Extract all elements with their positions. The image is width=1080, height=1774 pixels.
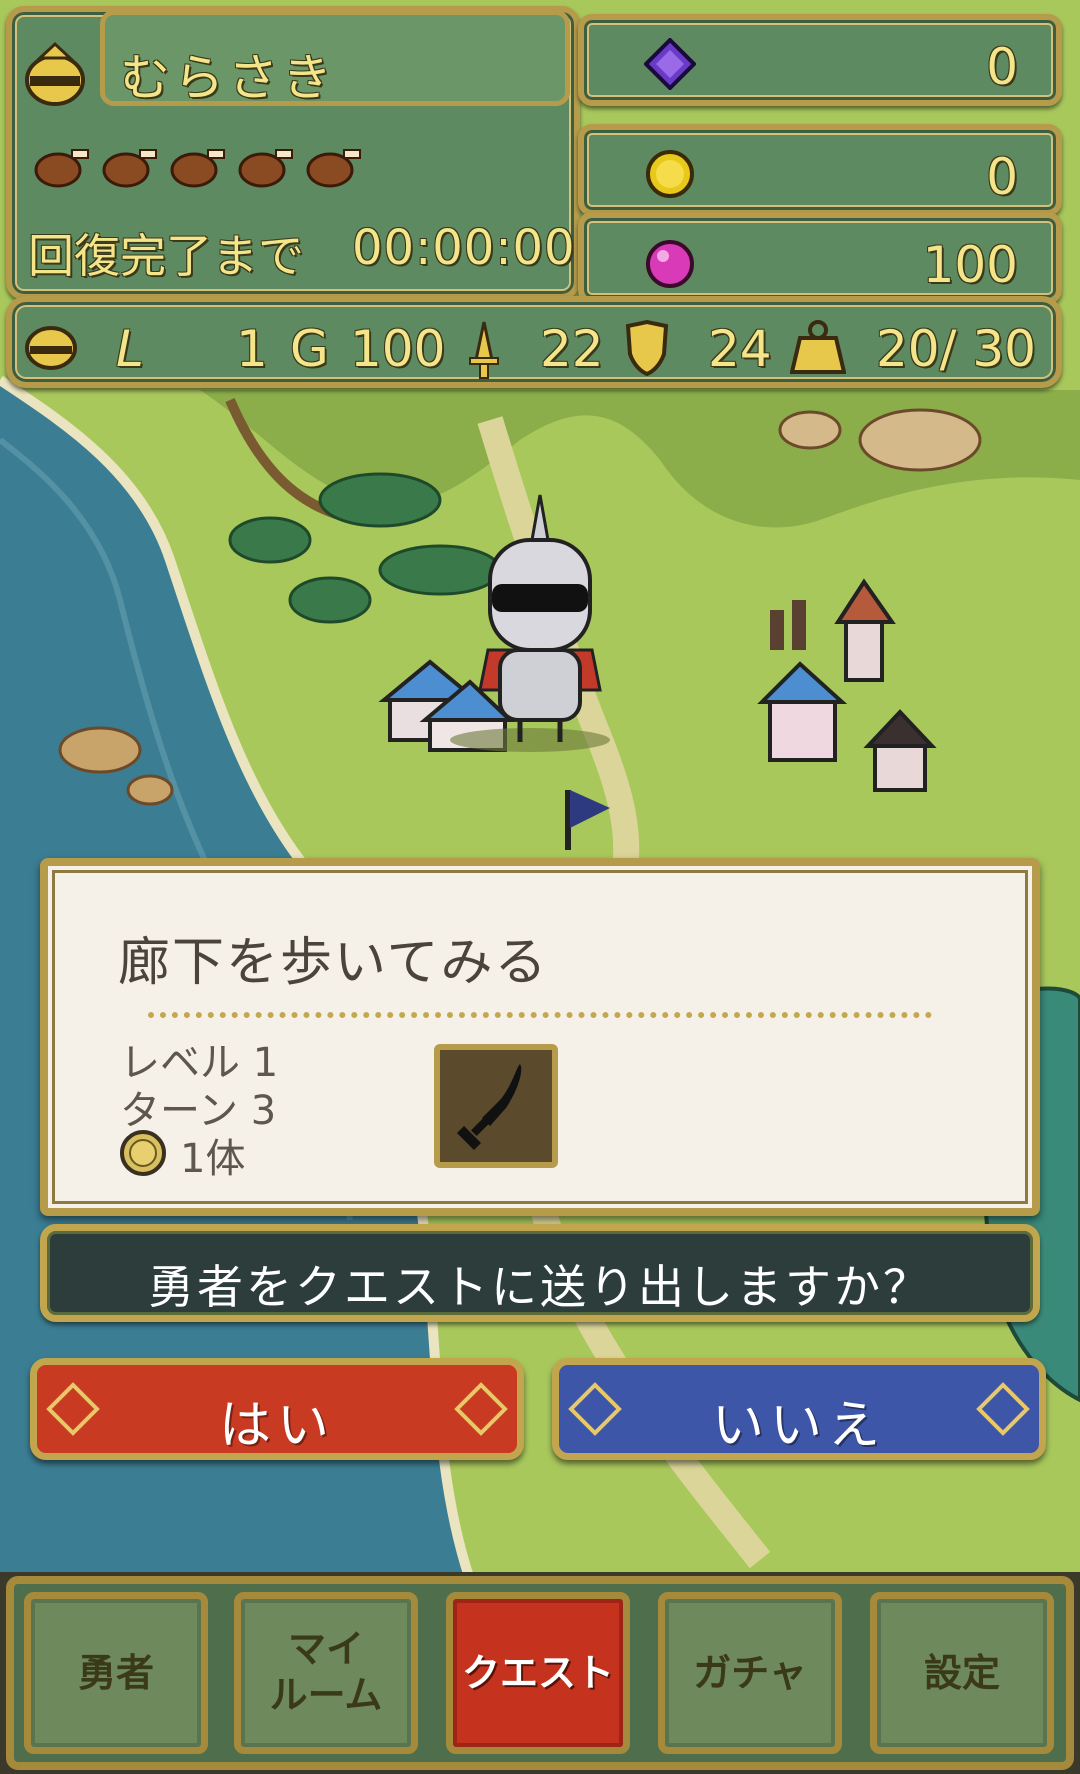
coin-icon <box>646 150 694 198</box>
tab-label-2: ルーム <box>269 1673 383 1717</box>
meat-icon <box>34 149 89 188</box>
defense-value: 24 <box>708 320 772 378</box>
meat-icon <box>306 149 361 188</box>
yes-button[interactable]: はい <box>30 1358 524 1460</box>
orb-icon <box>646 240 694 288</box>
player-name[interactable]: むらさき <box>120 38 336 110</box>
meat-icon <box>238 149 293 188</box>
prompt-text: 勇者をクエストに送り出しますか？ <box>148 1260 932 1314</box>
gold-value: 100 <box>350 320 446 378</box>
no-label: いいえ <box>711 1396 886 1456</box>
no-button[interactable]: いいえ <box>552 1358 1046 1460</box>
helmet-icon <box>20 40 90 114</box>
helmet-small-icon <box>22 316 80 378</box>
reward-slot[interactable] <box>434 1044 558 1168</box>
gem-count: 0 <box>986 38 1018 96</box>
enemy-coin-icon <box>118 1128 168 1182</box>
level-icon: L <box>116 320 144 378</box>
shield-icon <box>624 319 670 380</box>
orb-counter[interactable]: 100 <box>578 212 1062 304</box>
tab-hero[interactable]: 勇者 <box>24 1592 208 1754</box>
tab-quest[interactable]: クエスト <box>446 1592 630 1754</box>
attack-value: 22 <box>540 320 604 378</box>
recovery-label: 回復完了まで <box>28 229 304 283</box>
tab-gacha[interactable]: ガチャ <box>658 1592 842 1754</box>
gem-counter[interactable]: 0 <box>578 14 1062 106</box>
tab-label: ガチャ <box>693 1651 807 1695</box>
gem-icon <box>644 38 696 90</box>
yes-label: はい <box>218 1396 335 1456</box>
divider <box>148 1012 932 1018</box>
coin-count: 0 <box>986 148 1018 206</box>
meat-icon <box>102 149 157 188</box>
stamina-meats <box>28 130 368 204</box>
quest-enemy-count: 1体 <box>180 1136 246 1182</box>
weight-icon <box>789 318 847 380</box>
weight-value: 20/ 30 <box>876 320 1036 378</box>
tab-settings[interactable]: 設定 <box>870 1592 1054 1754</box>
meat-icon <box>170 149 225 188</box>
ornament-icon <box>976 1382 1030 1436</box>
recovery-timer: 00:00:00 <box>352 220 576 276</box>
tab-label: 勇者 <box>77 1651 154 1695</box>
tab-label: クエスト <box>461 1651 614 1695</box>
gold-icon: G <box>290 320 329 378</box>
tab-label: 設定 <box>923 1651 1000 1695</box>
tab-label: マイ <box>287 1627 364 1671</box>
ornament-icon <box>454 1382 508 1436</box>
coin-counter[interactable]: 0 <box>578 124 1062 216</box>
quest-title: 廊下を歩いてみる <box>118 933 549 993</box>
prompt-bar: 勇者をクエストに送り出しますか？ <box>40 1224 1040 1322</box>
sword-icon <box>456 1064 522 1151</box>
level-value: 1 <box>236 320 268 378</box>
attack-icon <box>464 320 504 384</box>
orb-count: 100 <box>922 236 1018 294</box>
tab-my-room[interactable]: マイ ルーム <box>234 1592 418 1754</box>
